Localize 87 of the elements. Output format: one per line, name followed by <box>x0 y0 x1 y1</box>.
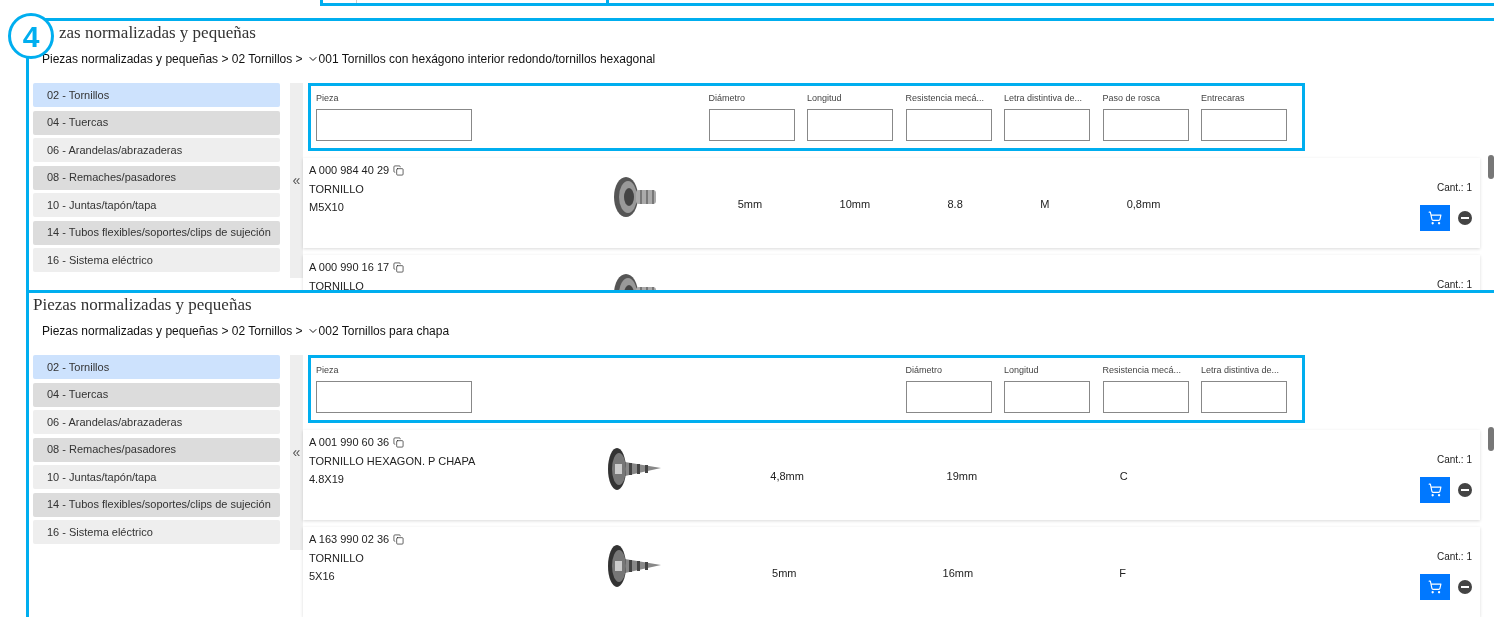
filter-label: Pieza <box>316 364 340 377</box>
collapse-button[interactable]: « <box>290 355 303 550</box>
add-to-cart-button[interactable] <box>1420 477 1450 503</box>
quantity-label: Cant.: 1 <box>1436 550 1472 564</box>
quantity-label: Cant.: 1 <box>1436 453 1472 467</box>
remove-icon[interactable] <box>1458 580 1472 594</box>
filter-field[interactable] <box>807 108 893 141</box>
category-item[interactable]: 16 - Sistema eléctrico <box>33 520 280 544</box>
part-spec: 4.8X19 <box>309 472 345 487</box>
filter-field[interactable] <box>1004 108 1090 141</box>
part-name: TORNILLO <box>309 550 365 566</box>
filter-field[interactable] <box>1102 108 1189 141</box>
category-item[interactable]: 10 - Juntas/tapón/tapa <box>33 465 280 489</box>
part-spec: M5X10 <box>309 200 345 215</box>
attribute-value: 10mm <box>839 197 871 212</box>
filter-label: Pieza <box>316 92 340 105</box>
copy-icon[interactable] <box>393 261 405 273</box>
attribute-value: 5mm <box>737 197 763 212</box>
attribute-value: F <box>1119 566 1126 581</box>
copy-icon[interactable] <box>393 164 405 176</box>
category-item[interactable]: 04 - Tuercas <box>33 382 280 407</box>
filter-field[interactable] <box>316 108 472 141</box>
part-number: A 000 984 40 29 <box>309 163 390 178</box>
filter-label: Resistencia mecá... <box>1102 364 1183 377</box>
quantity-label: Cant.: 1 <box>1436 181 1472 195</box>
filter-field[interactable] <box>708 108 795 141</box>
attribute-value: M <box>1040 197 1050 212</box>
category-item[interactable]: 04 - Tuercas <box>33 110 280 135</box>
filter-label: Longitud <box>1004 364 1040 377</box>
filter-label: Longitud <box>807 92 843 105</box>
filter-label: Diámetro <box>708 92 746 105</box>
part-name: TORNILLO HEXAGON. P CHAPA <box>309 453 477 469</box>
category-item[interactable]: 08 - Remaches/pasadores <box>33 165 280 190</box>
part-number: A 163 990 02 36 <box>309 532 390 547</box>
part-number: A 000 990 16 17 <box>309 260 390 275</box>
filter-field[interactable] <box>1004 380 1090 413</box>
breadcrumb-current: 002 Tornillos para chapa <box>318 323 450 340</box>
collapse-button[interactable]: « <box>290 83 303 278</box>
add-to-cart-button[interactable] <box>1420 205 1450 231</box>
part-name: TORNILLO <box>309 278 365 290</box>
attribute-value: 19mm <box>946 469 978 484</box>
part-name: TORNILLO <box>309 181 365 197</box>
filter-label: Entrecaras <box>1201 92 1246 105</box>
copy-icon[interactable] <box>393 533 405 545</box>
filter-field[interactable] <box>905 108 992 141</box>
part-number: A 001 990 60 36 <box>309 435 390 450</box>
breadcrumb-path[interactable]: Piezas normalizadas y pequeñas > 02 Tornillos > <box>42 50 303 68</box>
category-item[interactable]: 08 - Remaches/pasadores <box>33 437 280 462</box>
category-item[interactable]: 02 - Tornillos <box>33 83 280 107</box>
quantity-label: Cant.: 1 <box>1436 278 1472 290</box>
filter-field[interactable] <box>1201 380 1287 413</box>
remove-icon[interactable] <box>1458 483 1472 497</box>
filter-field[interactable] <box>1102 380 1189 413</box>
part-spec: 5X16 <box>309 569 336 584</box>
attribute-value: C <box>1119 469 1128 484</box>
attribute-value: 16mm <box>942 566 974 581</box>
category-item[interactable]: 14 - Tubos flexibles/soportes/clips de sujeción <box>33 220 280 245</box>
filter-field[interactable] <box>316 380 472 413</box>
copy-icon[interactable] <box>393 436 405 448</box>
breadcrumb-current: 001 Tornillos con hexágono interior redondo/tornillos hexagonal <box>318 51 656 68</box>
filter-field[interactable] <box>905 380 992 413</box>
panel-title: Piezas normalizadas y pequeñas <box>33 294 252 316</box>
scrollbar-thumb[interactable] <box>1488 427 1494 451</box>
scrollbar-thumb[interactable] <box>1488 155 1494 179</box>
attribute-value: 5mm <box>772 566 797 581</box>
breadcrumb-path[interactable]: Piezas normalizadas y pequeñas > 02 Tornillos > <box>42 322 303 340</box>
cart-icon <box>1428 211 1442 225</box>
attribute-value: 4,8mm <box>770 469 804 484</box>
filter-label: Letra distintiva de... <box>1201 364 1281 377</box>
attribute-value: 0,8mm <box>1126 197 1161 212</box>
filter-label: Resistencia mecá... <box>905 92 986 105</box>
category-item[interactable]: 06 - Arandelas/abrazaderas <box>33 410 280 434</box>
category-item[interactable]: 10 - Juntas/tapón/tapa <box>33 193 280 217</box>
cart-icon <box>1428 483 1442 497</box>
filter-field[interactable] <box>1201 108 1287 141</box>
attribute-value: 8.8 <box>947 197 963 212</box>
filter-label: Diámetro <box>905 364 943 377</box>
category-item[interactable]: 16 - Sistema eléctrico <box>33 248 280 272</box>
panel-title: zas normalizadas y pequeñas <box>59 22 256 44</box>
remove-icon[interactable] <box>1458 211 1472 225</box>
cart-icon <box>1428 580 1442 594</box>
add-to-cart-button[interactable] <box>1420 574 1450 600</box>
category-item[interactable]: 14 - Tubos flexibles/soportes/clips de sujeción <box>33 492 280 517</box>
category-item[interactable]: 02 - Tornillos <box>33 355 280 379</box>
filter-label: Letra distintiva de... <box>1004 92 1084 105</box>
category-item[interactable]: 06 - Arandelas/abrazaderas <box>33 138 280 162</box>
filter-label: Paso de rosca <box>1102 92 1162 105</box>
